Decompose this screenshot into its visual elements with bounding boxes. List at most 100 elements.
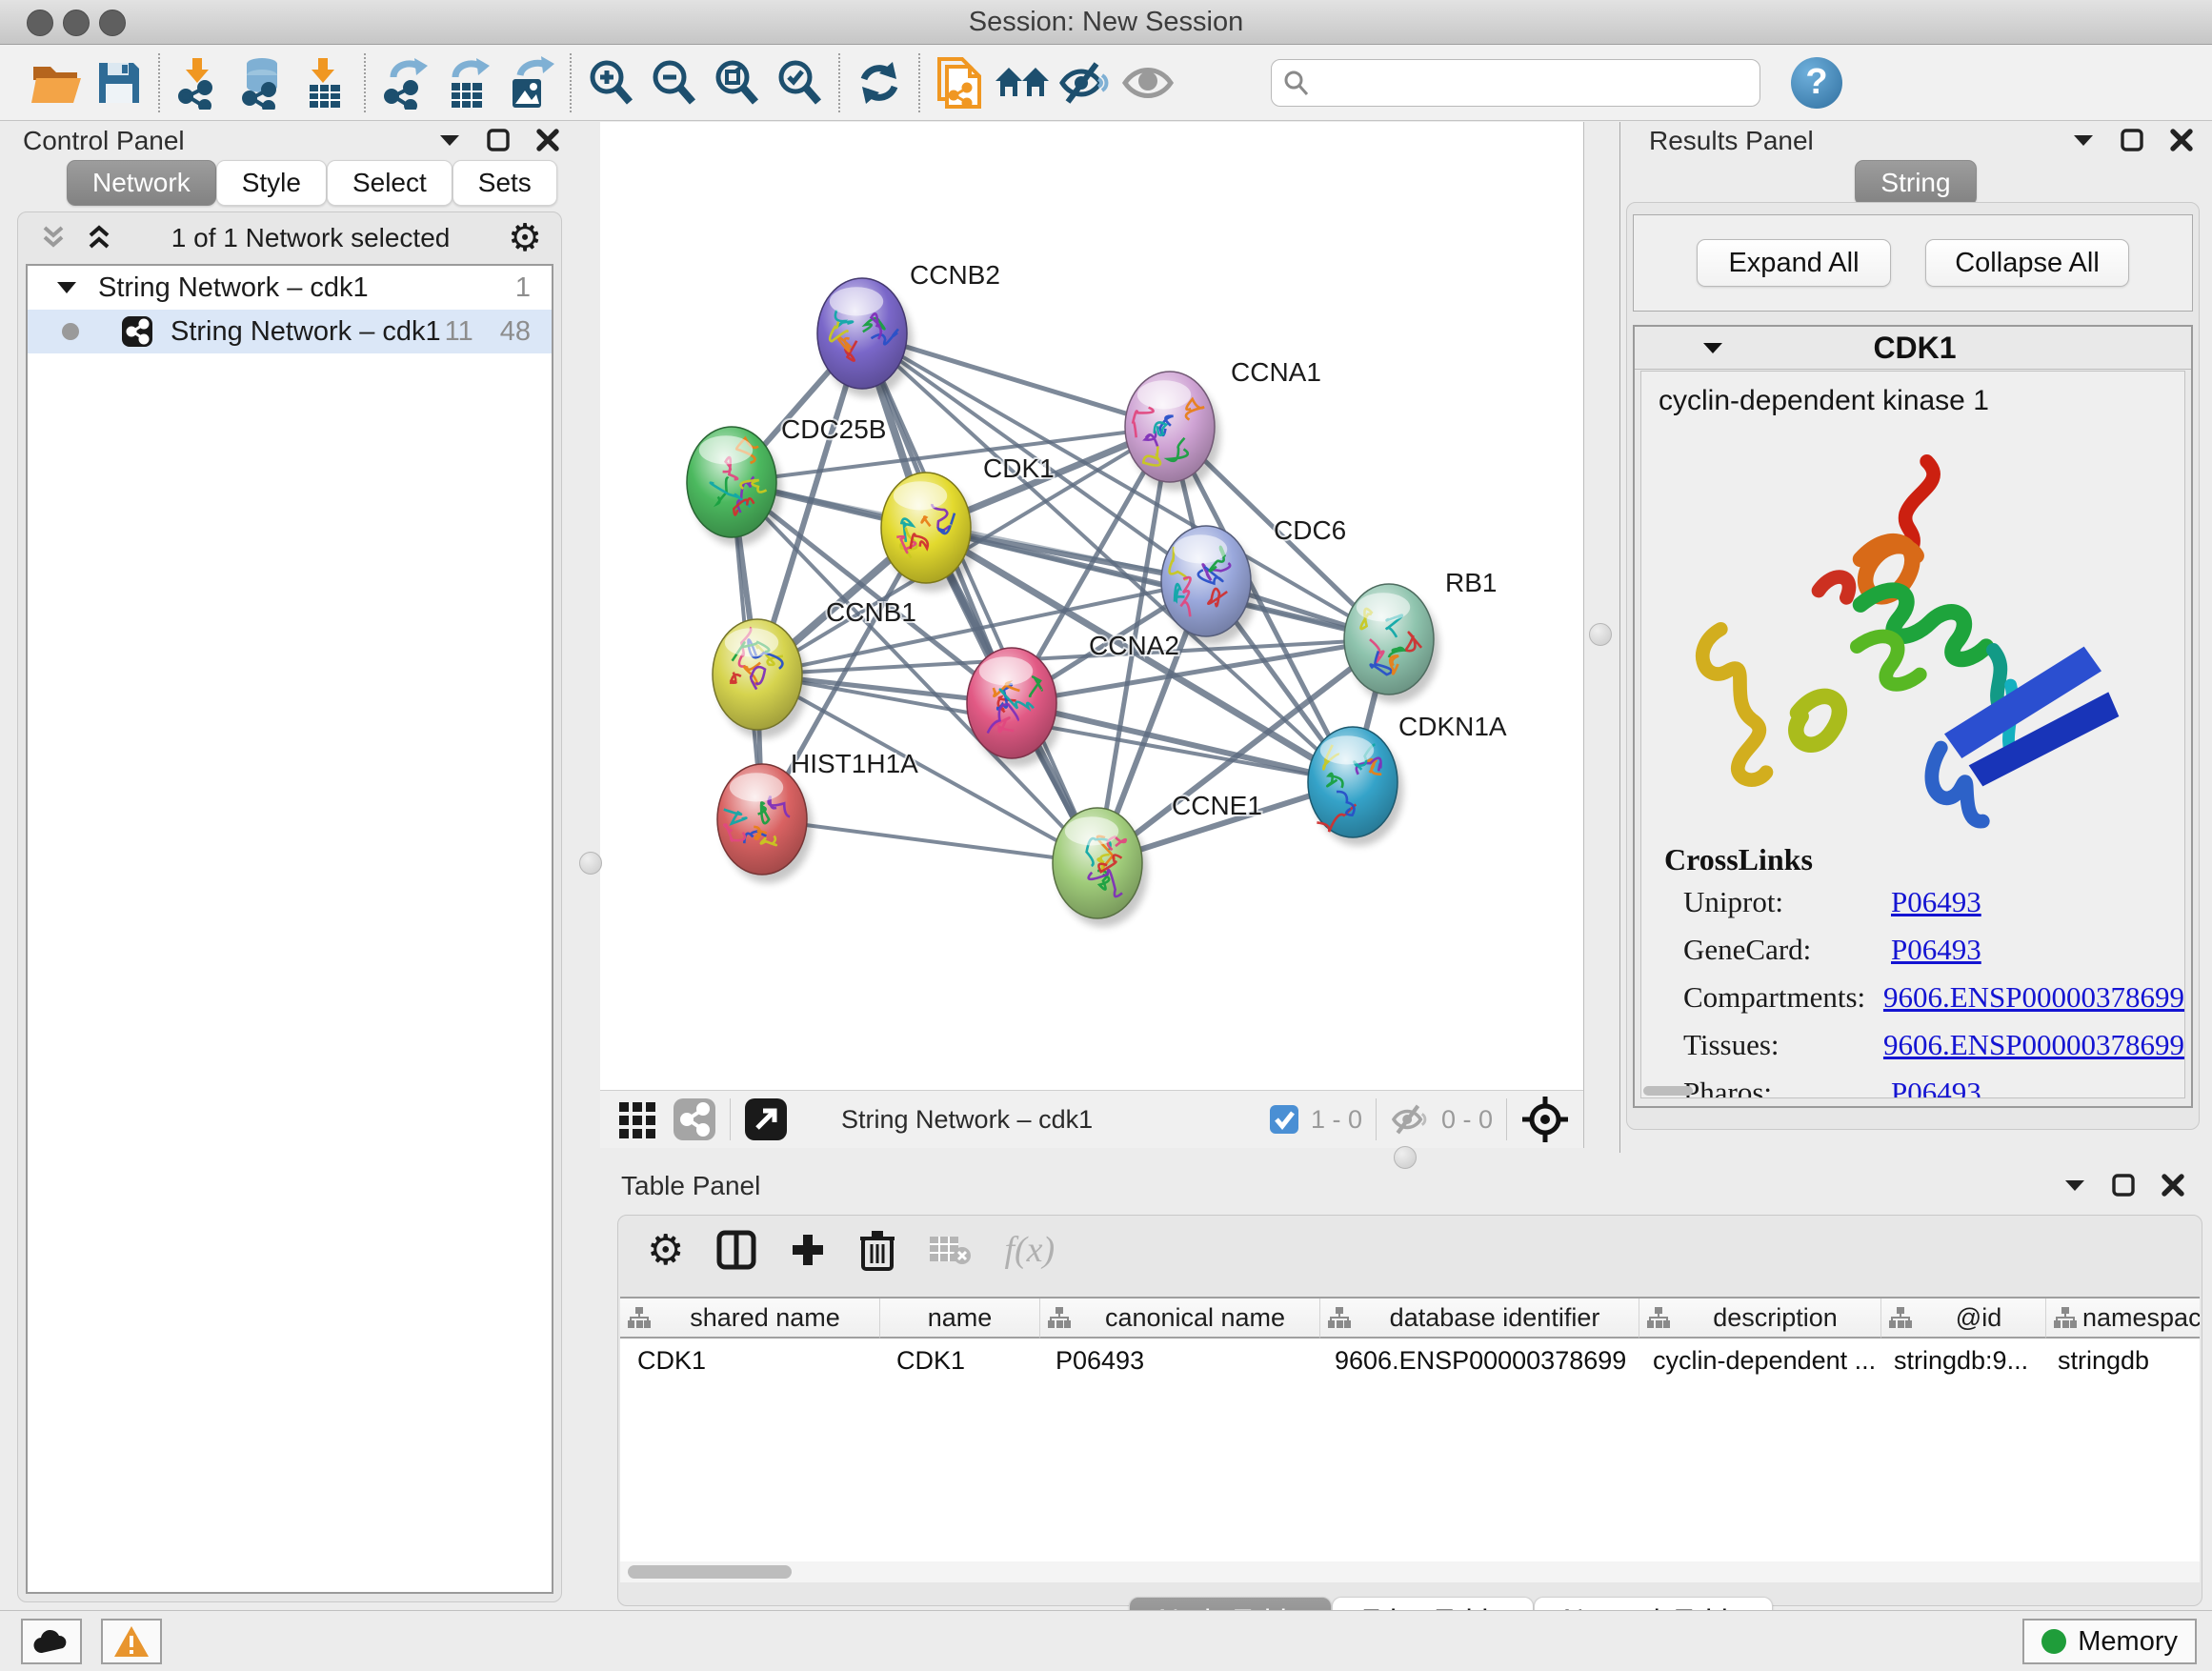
network-node-HIST1H1A[interactable] <box>717 764 813 883</box>
memory-button[interactable]: Memory <box>2022 1619 2197 1664</box>
panel-menu-icon[interactable] <box>2063 1178 2086 1192</box>
expand-all-button[interactable]: Expand All <box>1697 239 1891 287</box>
open-session-button[interactable] <box>25 52 88 113</box>
column-header-description[interactable]: description <box>1639 1299 1881 1339</box>
network-options-gear-icon[interactable]: ⚙ <box>508 219 542 257</box>
expand-all-tree-icon[interactable] <box>85 224 113 252</box>
automation-status-button[interactable] <box>21 1619 82 1664</box>
node-label-CCNB2: CCNB2 <box>910 260 1000 290</box>
import-network-file-button[interactable] <box>168 52 231 113</box>
table-options-gear-icon[interactable]: ⚙ <box>647 1226 684 1275</box>
network-list-view-icon[interactable] <box>673 1097 716 1141</box>
column-header-shared-name[interactable]: shared name <box>620 1299 880 1339</box>
network-node-CCNA1[interactable] <box>1125 372 1220 491</box>
results-hscroll-thumb[interactable] <box>1643 1086 1693 1096</box>
tab-network[interactable]: Network <box>67 160 216 206</box>
open-folder-icon <box>30 59 83 107</box>
hidden-count: 0 - 0 <box>1441 1105 1493 1135</box>
crosslink-value-link[interactable]: P06493 <box>1891 933 1981 967</box>
fit-content-crosshair-icon[interactable] <box>1520 1095 1570 1144</box>
right-splitter-handle[interactable] <box>1589 623 1612 646</box>
refresh-view-button[interactable] <box>848 52 911 113</box>
table-cell: P06493 <box>1038 1339 1317 1382</box>
zoom-out-button[interactable] <box>642 52 705 113</box>
selected-checkbox-icon[interactable] <box>1269 1104 1299 1135</box>
grid-view-icon[interactable] <box>617 1098 659 1140</box>
table-cell: CDK1 <box>879 1339 1038 1382</box>
string-import-button[interactable] <box>928 52 991 113</box>
create-column-icon[interactable] <box>789 1231 827 1269</box>
column-header-name[interactable]: name <box>880 1299 1040 1339</box>
export-image-button[interactable] <box>499 52 562 113</box>
left-splitter-handle[interactable] <box>579 852 602 875</box>
crosslink-value-link[interactable]: P06493 <box>1891 1076 1981 1098</box>
memory-label: Memory <box>2078 1626 2178 1658</box>
tab-string[interactable]: String <box>1855 160 1976 206</box>
export-table-button[interactable] <box>436 52 499 113</box>
close-panel-icon[interactable] <box>2169 128 2194 152</box>
shared-column-icon <box>2054 1306 2077 1329</box>
birds-eye-view-icon[interactable] <box>744 1097 788 1141</box>
collapse-all-button[interactable]: Collapse All <box>1925 239 2129 287</box>
show-all-button[interactable] <box>1116 52 1179 113</box>
table-hscroll-thumb[interactable] <box>628 1565 792 1579</box>
crosslink-value-link[interactable]: 9606.ENSP00000378699 <box>1883 1028 2184 1062</box>
table-cell: stringdb <box>2041 1339 2200 1382</box>
selected-count: 1 - 0 <box>1311 1105 1362 1135</box>
close-panel-icon[interactable] <box>535 128 560 152</box>
save-session-button[interactable] <box>88 52 151 113</box>
zoom-in-button[interactable] <box>579 52 642 113</box>
column-header--id[interactable]: @id <box>1881 1299 2046 1339</box>
node-label-CDC25B: CDC25B <box>781 414 886 444</box>
import-network-database-button[interactable] <box>231 52 293 113</box>
network-node-CDK1[interactable] <box>881 473 976 592</box>
close-panel-icon[interactable] <box>2161 1173 2185 1198</box>
hide-selected-button[interactable] <box>1054 52 1116 113</box>
export-network-button[interactable] <box>373 52 436 113</box>
network-node-CCNE1[interactable] <box>1053 808 1148 927</box>
network-row[interactable]: String Network – cdk1 11 48 <box>28 310 552 353</box>
column-header-database-identifier[interactable]: database identifier <box>1320 1299 1639 1339</box>
network-node-CCNB2[interactable] <box>817 278 913 397</box>
tab-sets[interactable]: Sets <box>452 160 557 206</box>
import-table-button[interactable] <box>293 52 356 113</box>
bottom-splitter-handle[interactable] <box>1394 1146 1417 1169</box>
table-row[interactable]: CDK1CDK1P064939606.ENSP00000378699cyclin… <box>620 1339 2200 1382</box>
node-table[interactable]: shared namenamecanonical namedatabase id… <box>620 1297 2200 1563</box>
network-node-CCNB1[interactable] <box>713 619 808 738</box>
delete-column-icon[interactable] <box>859 1229 895 1271</box>
float-panel-icon[interactable] <box>486 128 511 152</box>
crosslink-value-link[interactable]: 9606.ENSP00000378699 <box>1883 980 2184 1015</box>
network-collection-row[interactable]: String Network – cdk1 1 <box>28 266 552 310</box>
node-label-CDKN1A: CDKN1A <box>1398 712 1507 741</box>
show-columns-icon[interactable] <box>716 1230 756 1270</box>
table-hscroll-track[interactable] <box>620 1561 2200 1582</box>
float-panel-icon[interactable] <box>2120 128 2144 152</box>
network-node-CDKN1A[interactable] <box>1308 727 1403 846</box>
collapse-all-tree-icon[interactable] <box>39 224 68 252</box>
warnings-button[interactable] <box>101 1619 162 1664</box>
search-input[interactable] <box>1310 67 1750 98</box>
crosslinks-title: CrossLinks <box>1664 842 2184 877</box>
network-node-RB1[interactable] <box>1344 584 1439 703</box>
zoom-fit-button[interactable] <box>705 52 768 113</box>
column-header-namespace[interactable]: namespace <box>2046 1299 2200 1339</box>
column-header-canonical-name[interactable]: canonical name <box>1040 1299 1320 1339</box>
gene-name: CDK1 <box>1724 331 2105 366</box>
first-neighbors-button[interactable] <box>991 52 1054 113</box>
panel-menu-icon[interactable] <box>438 133 461 147</box>
network-node-CDC6[interactable] <box>1161 526 1257 645</box>
node-label-CCNE1: CCNE1 <box>1172 791 1262 820</box>
panel-menu-icon[interactable] <box>2072 133 2095 147</box>
tab-select[interactable]: Select <box>327 160 452 206</box>
help-button[interactable]: ? <box>1791 57 1842 109</box>
crosslink-value-link[interactable]: P06493 <box>1891 885 1981 919</box>
network-canvas[interactable]: CCNB2CCNA1CDC25BCDK1CDC6RB1CCNB1CCNA2CDK… <box>600 122 1583 1090</box>
section-collapse-icon[interactable] <box>1701 341 1724 354</box>
eye-icon <box>1121 62 1175 104</box>
zoom-selected-button[interactable] <box>768 52 831 113</box>
network-node-CCNA2[interactable] <box>967 648 1062 767</box>
float-panel-icon[interactable] <box>2111 1173 2136 1198</box>
tab-style[interactable]: Style <box>216 160 327 206</box>
tree-expander-icon[interactable] <box>56 281 77 294</box>
